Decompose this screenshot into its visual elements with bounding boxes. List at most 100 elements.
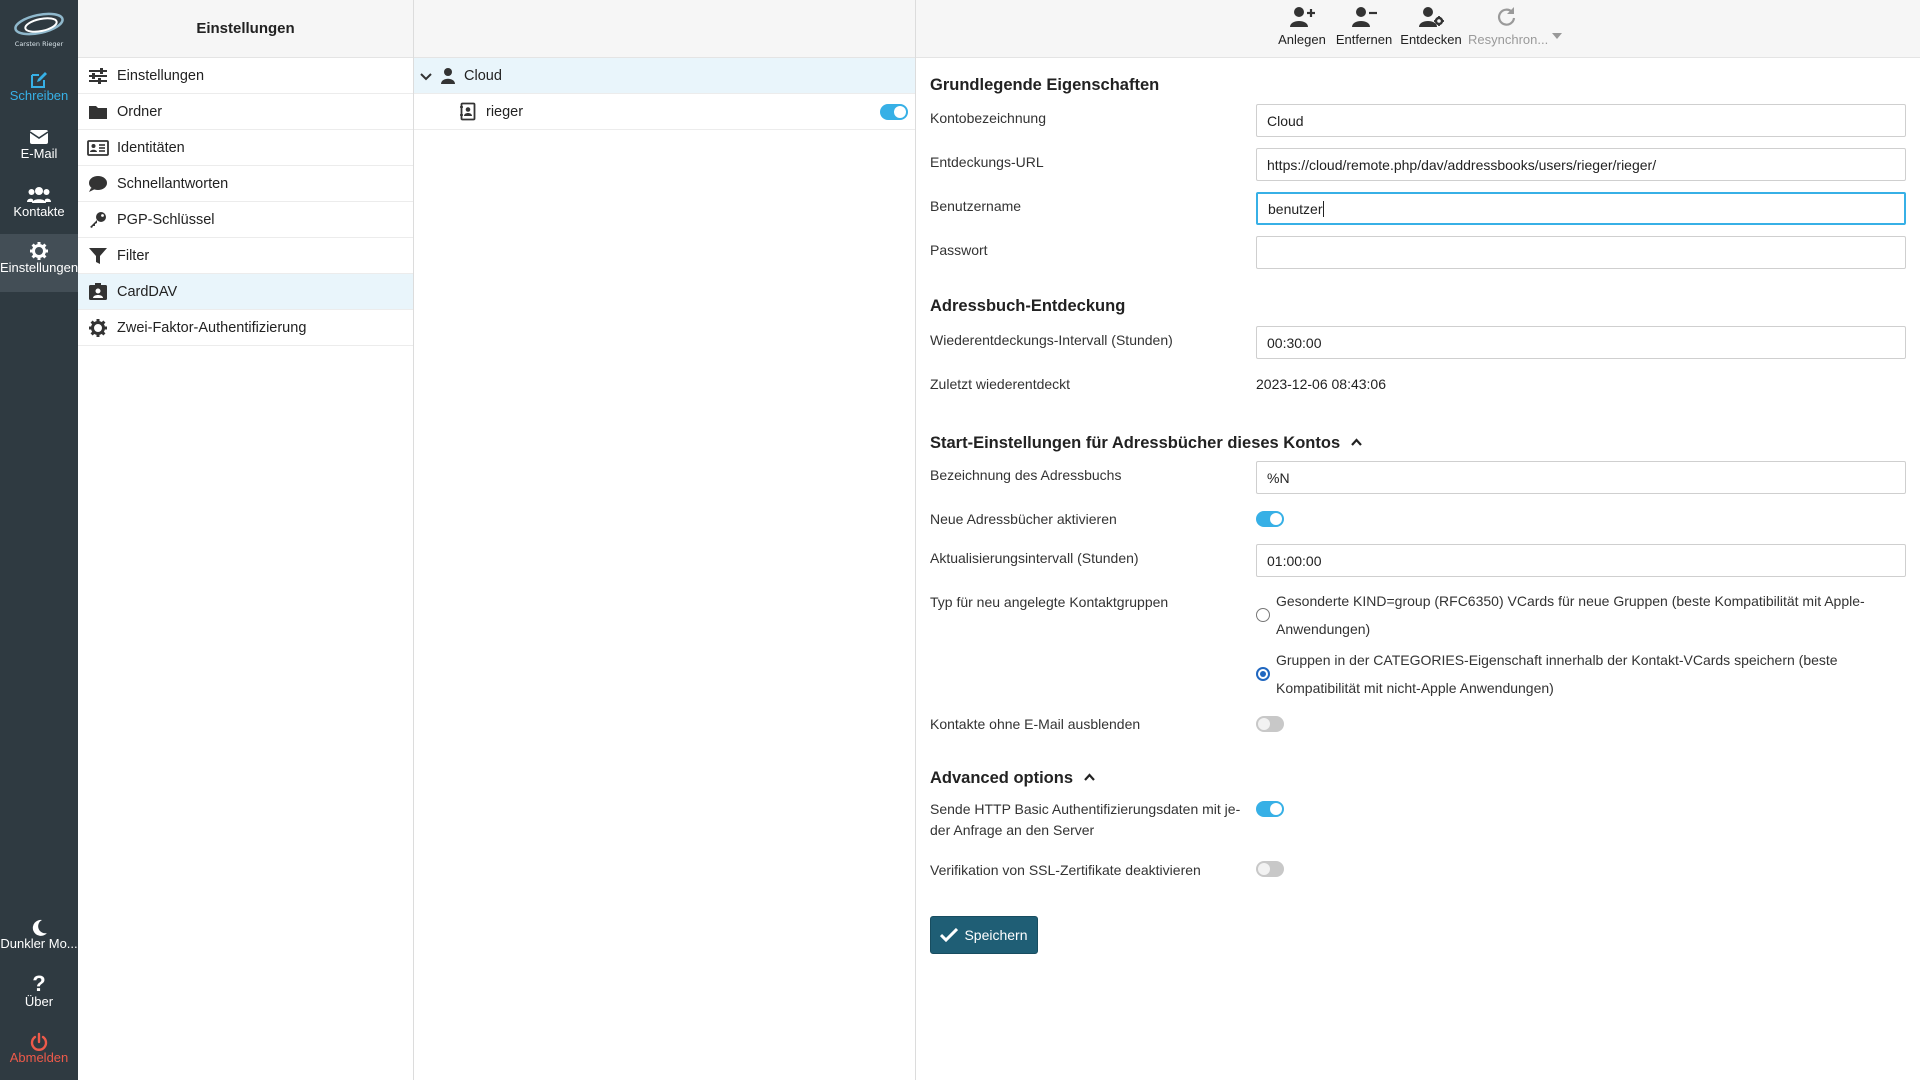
mail-button[interactable]: E-Mail	[0, 120, 78, 176]
last-discovered-value: 2023-12-06 08:43:06	[1256, 376, 1386, 392]
mail-label: E-Mail	[20, 146, 58, 161]
contacts-button[interactable]: Kontakte	[0, 178, 78, 234]
nav-label: CardDAV	[117, 283, 178, 300]
password-label: Passwort	[930, 242, 988, 258]
users-icon	[0, 178, 78, 204]
discovery-url-value: https://cloud/remote.php/dav/addressbook…	[1267, 156, 1657, 173]
account-row-cloud[interactable]: Cloud	[414, 58, 915, 94]
startup-title-text: Start-Einstellungen für Adressbücher die…	[930, 434, 1341, 452]
advanced-title-text: Advanced options	[930, 769, 1074, 787]
contacts-label: Kontakte	[13, 204, 65, 219]
nav-label: PGP-Schlüssel	[117, 211, 215, 228]
remove-label: Entfernen	[1335, 32, 1393, 47]
hide-no-email-label: Kontakte ohne E-Mail ausblenden	[930, 716, 1141, 732]
nav-item-einstellungen[interactable]: Einstellungen	[78, 58, 413, 94]
chevron-up-icon	[1350, 432, 1362, 451]
account-tree-header	[414, 0, 915, 58]
compose-button[interactable]: Schreiben	[0, 62, 78, 118]
power-icon	[0, 1024, 78, 1051]
ssl-verify-toggle[interactable]	[1256, 861, 1284, 877]
create-button[interactable]: Anlegen	[1274, 6, 1330, 47]
save-label: Speichern	[964, 927, 1028, 943]
group-type-radio-kind[interactable]	[1256, 608, 1270, 622]
text-cursor	[1323, 200, 1325, 217]
username-label: Benutzername	[930, 198, 1022, 214]
folder-icon	[87, 102, 109, 122]
username-field[interactable]: benutzer	[1256, 192, 1906, 225]
add-user-icon	[1274, 6, 1330, 32]
settings-nav-panel: Einstellungen Einstellungen Ordner Ident…	[78, 0, 414, 1080]
about-button[interactable]: ? Über	[0, 968, 78, 1024]
addressbook-active-toggle[interactable]	[880, 104, 908, 120]
addressbook-name-label: Bezeichnung des Adressbuchs	[930, 467, 1122, 483]
account-name-label: Kontobezeichnung	[930, 110, 1046, 126]
section-basic-title: Grundlegende Eigenschaften	[930, 76, 1160, 94]
nav-item-schnellantworten[interactable]: Schnellantworten	[78, 166, 413, 202]
rediscover-interval-field[interactable]: 00:30:00	[1256, 326, 1906, 359]
nav-item-carddav[interactable]: CardDAV	[78, 274, 413, 310]
refresh-icon	[1468, 6, 1544, 32]
group-type-label: Typ für neu angelegte Kontaktgruppen	[930, 594, 1169, 610]
last-discovered-label: Zuletzt wiederentdeckt	[930, 376, 1071, 392]
remove-user-icon	[1332, 6, 1396, 32]
save-button[interactable]: Speichern	[930, 916, 1038, 954]
question-icon: ?	[32, 971, 46, 996]
moon-icon	[0, 910, 78, 936]
group-type-option-kind[interactable]: Gesonderte KIND=group (RFC6350) VCards f…	[1276, 587, 1896, 643]
password-field[interactable]	[1256, 236, 1906, 269]
filter-icon	[87, 246, 109, 266]
speech-bubble-icon	[87, 174, 109, 194]
nav-item-pgp[interactable]: PGP-Schlüssel	[78, 202, 413, 238]
addressbook-name: rieger	[486, 104, 524, 120]
logout-button[interactable]: Abmelden	[0, 1024, 78, 1080]
activate-new-toggle[interactable]	[1256, 511, 1284, 527]
edit-icon	[0, 62, 78, 88]
settings-label: Einstellungen	[0, 260, 78, 275]
nav-item-2fa[interactable]: Zwei-Faktor-Authentifizierung	[78, 310, 413, 346]
nav-label: Einstellungen	[117, 67, 205, 84]
nav-item-ordner[interactable]: Ordner	[78, 94, 413, 130]
resync-label: Resynchron...	[1468, 32, 1549, 47]
account-name-value: Cloud	[1267, 112, 1304, 129]
dark-mode-label: Dunkler Mo...	[0, 936, 78, 951]
nav-label: Identitäten	[117, 139, 185, 156]
logo[interactable]: Carsten Rieger	[10, 4, 68, 54]
account-name-field[interactable]: Cloud	[1256, 104, 1906, 137]
gear-icon	[87, 318, 109, 338]
create-label: Anlegen	[1278, 32, 1326, 47]
refresh-interval-field[interactable]: 01:00:00	[1256, 544, 1906, 577]
remove-button[interactable]: Entfernen	[1332, 6, 1396, 47]
envelope-icon	[0, 120, 78, 146]
group-type-option-categories[interactable]: Gruppen in der CATEGORIES-Eigenschaft in…	[1276, 646, 1896, 702]
discover-button[interactable]: Entdecken	[1400, 6, 1462, 47]
check-icon	[940, 928, 959, 942]
activate-new-label: Neue Adressbücher aktivieren	[930, 511, 1117, 527]
resync-button[interactable]: Resynchron...	[1468, 6, 1548, 47]
basic-auth-toggle[interactable]	[1256, 801, 1284, 817]
sliders-icon	[87, 66, 109, 86]
group-type-radio-categories[interactable]	[1256, 667, 1270, 681]
hide-no-email-toggle[interactable]	[1256, 716, 1284, 732]
nav-item-identitaeten[interactable]: Identitäten	[78, 130, 413, 166]
addressbook-icon	[460, 102, 476, 125]
addressbook-name-field[interactable]: %N	[1256, 461, 1906, 494]
dark-mode-button[interactable]: Dunkler Mo...	[0, 910, 78, 966]
account-detail-panel: Anlegen Entfernen Entdecken Resynchron..…	[916, 0, 1920, 1080]
nav-label: Zwei-Faktor-Authentifizierung	[117, 319, 307, 336]
settings-button[interactable]: Einstellungen	[0, 234, 78, 292]
app-rail: Carsten Rieger Schreiben E-Mail Kontakte…	[0, 0, 78, 1080]
about-label: Über	[24, 994, 54, 1009]
section-advanced-title[interactable]: Advanced options	[930, 767, 1095, 788]
section-startup-title[interactable]: Start-Einstellungen für Adressbücher die…	[930, 432, 1362, 453]
rediscover-interval-label: Wiederentdeckungs-Intervall (Stunden)	[930, 332, 1173, 348]
user-icon	[440, 67, 456, 88]
logout-label: Abmelden	[9, 1050, 69, 1065]
discover-label: Entdecken	[1400, 32, 1462, 47]
nav-item-filter[interactable]: Filter	[78, 238, 413, 274]
caret-down-icon[interactable]	[1552, 26, 1562, 43]
nav-label: Filter	[117, 247, 150, 264]
discovery-url-field[interactable]: https://cloud/remote.php/dav/addressbook…	[1256, 148, 1906, 181]
contact-card-icon	[87, 282, 109, 302]
chevron-down-icon[interactable]	[420, 70, 432, 86]
addressbook-row-rieger[interactable]: rieger	[414, 94, 915, 130]
